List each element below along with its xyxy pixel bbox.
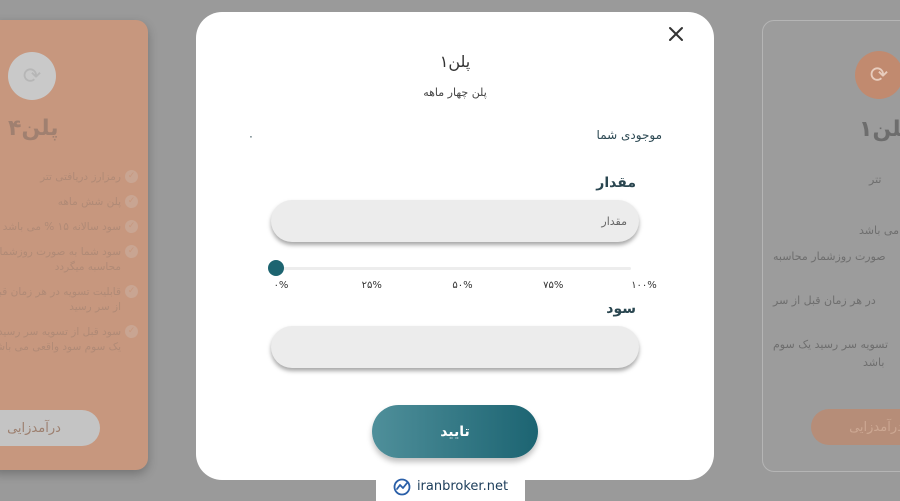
exchange-icon: ⟳ xyxy=(8,52,56,100)
amount-label: مقدار xyxy=(596,175,636,191)
feature-text: می باشد xyxy=(859,224,899,237)
modal-subtitle: پلن چهار ماهه xyxy=(423,86,487,99)
earn-button[interactable]: درآمدزایی xyxy=(811,409,900,445)
slider-tick-label: ۵۰% xyxy=(452,280,473,291)
feature-item: ✓ سود قبل از تسویه سر رسید یک سوم سود واق… xyxy=(0,325,138,355)
plan-card-title: پلن۴ xyxy=(8,116,59,141)
slider-tick-label: ۱۰۰% xyxy=(631,280,657,291)
feature-item: ✓ سود سالانه ۱۵ % می باشد xyxy=(0,220,138,235)
plan-features-list: ✓ رمزارز دریافتی تتر ✓ پلن شش ماهه ✓ سود سا… xyxy=(0,170,138,365)
balance-value: ۰ xyxy=(248,130,254,143)
check-icon: ✓ xyxy=(125,220,138,233)
slider-tick-labels: ۰% ۲۵% ۵۰% ۷۵% ۱۰۰% xyxy=(196,280,714,294)
feature-text: در هر زمان قبل از سر xyxy=(773,294,876,307)
exchange-icon: ⟳ xyxy=(855,51,900,99)
close-button[interactable] xyxy=(662,20,690,48)
amount-slider[interactable] xyxy=(268,260,631,276)
slider-tick-label: ۰% xyxy=(273,280,289,291)
modal-title: پلن۱ xyxy=(439,52,471,71)
watermark: iranbroker.net xyxy=(376,472,525,501)
feature-text: باشد xyxy=(863,356,885,369)
feature-item: ✓ پلن شش ماهه xyxy=(0,195,138,210)
confirm-button[interactable]: تایید xyxy=(372,405,538,458)
slider-tick-label: ۲۵% xyxy=(361,280,382,291)
plan-card-1: ⟳ پلن۱ تتر می باشد صورت روزشمار محاسبه د… xyxy=(762,20,900,472)
feature-text: تتر xyxy=(869,173,882,186)
check-icon: ✓ xyxy=(125,170,138,183)
feature-item: ✓ رمزارز دریافتی تتر xyxy=(0,170,138,185)
feature-item: ✓ سود شما به صورت روزشمار محاسبه میگردد xyxy=(0,245,138,275)
watermark-text: iranbroker.net xyxy=(416,479,509,494)
profit-output[interactable] xyxy=(271,326,639,368)
profit-label: سود xyxy=(606,301,636,317)
slider-tick-label: ۷۵% xyxy=(543,280,564,291)
close-icon xyxy=(669,27,683,41)
plan-card-4: ⟳ پلن۴ ✓ رمزارز دریافتی تتر ✓ پلن شش ماهه … xyxy=(0,20,148,470)
amount-input[interactable] xyxy=(271,200,639,242)
feature-item: ✓ قابلیت تسویه در هر زمان قبل از سر رسید xyxy=(0,285,138,315)
plan-modal: پلن۱ پلن چهار ماهه موجودی شما ۰ مقدار ۰%… xyxy=(196,12,714,480)
plan-card-title: پلن۱ xyxy=(859,117,900,142)
iranbroker-logo-icon xyxy=(393,478,411,495)
check-icon: ✓ xyxy=(125,285,138,298)
feature-text: صورت روزشمار محاسبه xyxy=(773,250,886,263)
slider-thumb[interactable] xyxy=(268,260,284,276)
check-icon: ✓ xyxy=(125,325,138,338)
feature-text: تسویه سر رسید یک سوم xyxy=(773,338,889,351)
check-icon: ✓ xyxy=(125,195,138,208)
check-icon: ✓ xyxy=(125,245,138,258)
earn-button[interactable]: درآمدزایی xyxy=(0,410,100,446)
balance-label: موجودی شما xyxy=(596,128,662,142)
